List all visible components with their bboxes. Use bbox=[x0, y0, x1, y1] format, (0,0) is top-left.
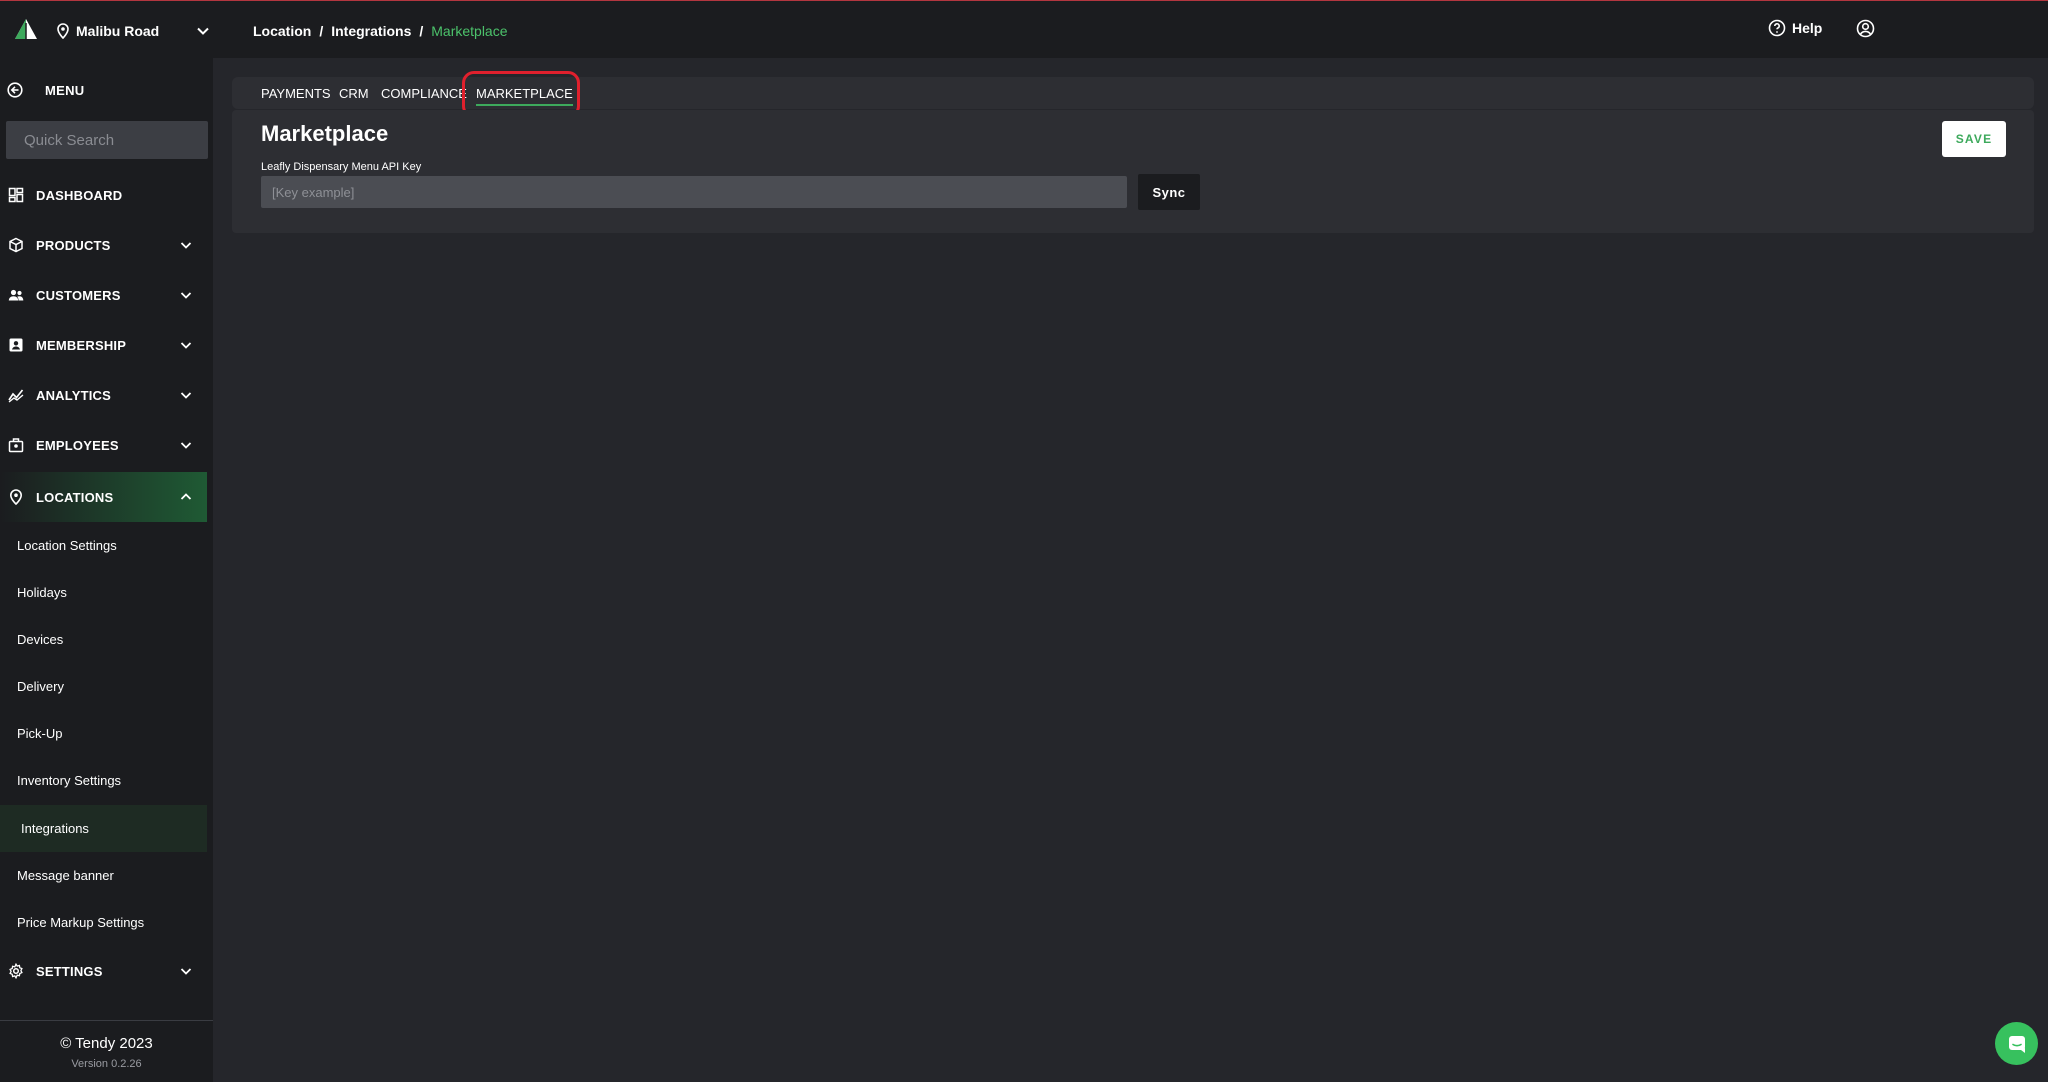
breadcrumb-separator: / bbox=[419, 23, 424, 39]
users-icon bbox=[8, 289, 24, 301]
chevron-down-icon bbox=[180, 442, 192, 449]
chevron-down-icon bbox=[197, 27, 209, 35]
sidebar-item-locations[interactable]: LOCATIONS bbox=[0, 472, 207, 522]
save-button[interactable]: SAVE bbox=[1942, 121, 2006, 157]
tab-crm[interactable]: CRM bbox=[339, 77, 369, 109]
tendy-logo-icon[interactable] bbox=[14, 18, 38, 40]
chevron-down-icon bbox=[180, 292, 192, 299]
chevron-down-icon bbox=[180, 968, 192, 975]
quick-search-input[interactable] bbox=[6, 121, 223, 159]
store-name: Malibu Road bbox=[76, 23, 160, 39]
sidebar-item-products[interactable]: PRODUCTS bbox=[0, 220, 207, 270]
help-circle-icon bbox=[1768, 19, 1786, 37]
chevron-down-icon bbox=[180, 392, 192, 399]
sidebar-item-label: DASHBOARD bbox=[36, 187, 123, 203]
breadcrumb-current: Marketplace bbox=[431, 23, 508, 39]
sidebar-item-label: SETTINGS bbox=[36, 963, 103, 979]
sidebar-subitem-price-markup-settings[interactable]: Price Markup Settings bbox=[0, 899, 207, 946]
breadcrumb-separator: / bbox=[319, 23, 324, 39]
menu-collapse-button[interactable]: MENU bbox=[0, 70, 213, 110]
breadcrumb-location[interactable]: Location bbox=[253, 23, 311, 39]
gear-icon bbox=[9, 963, 23, 979]
page-title: Marketplace bbox=[261, 121, 389, 146]
sidebar-subitem-location-settings[interactable]: Location Settings bbox=[0, 522, 207, 569]
sidebar-item-employees[interactable]: EMPLOYEES bbox=[0, 420, 207, 470]
sidebar-subitem-delivery[interactable]: Delivery bbox=[0, 663, 207, 710]
briefcase-icon bbox=[8, 438, 24, 453]
chat-support-button[interactable] bbox=[1995, 1022, 2038, 1065]
sidebar-item-label: MEMBERSHIP bbox=[36, 337, 127, 353]
tab-marketplace[interactable]: MARKETPLACE bbox=[476, 77, 573, 109]
sidebar-item-analytics[interactable]: ANALYTICS bbox=[0, 370, 207, 420]
help-label: Help bbox=[1792, 20, 1823, 36]
user-account-icon[interactable] bbox=[1856, 19, 1875, 38]
chevron-up-icon bbox=[180, 493, 192, 500]
sidebar-item-label: ANALYTICS bbox=[36, 387, 111, 403]
sidebar-item-label: EMPLOYEES bbox=[36, 437, 119, 453]
integration-tabs: PAYMENTS CRM COMPLIANCE MARKETPLACE bbox=[232, 77, 2034, 109]
api-key-label: Leafly Dispensary Menu API Key bbox=[261, 161, 422, 173]
marketplace-panel: Marketplace Leafly Dispensary Menu API K… bbox=[232, 110, 2034, 233]
breadcrumb-integrations[interactable]: Integrations bbox=[331, 23, 411, 39]
sidebar-subitem-devices[interactable]: Devices bbox=[0, 616, 207, 663]
box-icon bbox=[9, 237, 23, 253]
breadcrumb: Location / Integrations / Marketplace bbox=[253, 23, 508, 39]
sidebar-subitem-message-banner[interactable]: Message banner bbox=[0, 852, 207, 899]
version-text: Version 0.2.26 bbox=[71, 1058, 142, 1070]
sidebar-footer: © Tendy 2023 Version 0.2.26 bbox=[0, 1020, 213, 1082]
map-pin-icon bbox=[9, 489, 23, 505]
chevron-down-icon bbox=[180, 242, 192, 249]
top-bar: Malibu Road Location / Integrations / Ma… bbox=[0, 0, 2048, 58]
sidebar-item-label: PRODUCTS bbox=[36, 237, 111, 253]
leafly-api-key-input[interactable] bbox=[261, 176, 1127, 208]
sidebar-subitem-inventory-settings[interactable]: Inventory Settings bbox=[0, 757, 207, 804]
sidebar-item-label: LOCATIONS bbox=[36, 489, 114, 505]
dashboard-icon bbox=[8, 187, 24, 203]
sidebar: MENU DASHBOARD PRODUCTS bbox=[0, 58, 223, 1082]
quick-search bbox=[6, 121, 223, 159]
sidebar-item-label: CUSTOMERS bbox=[36, 287, 121, 303]
arrow-left-circle-icon bbox=[7, 82, 23, 98]
sidebar-item-dashboard[interactable]: DASHBOARD bbox=[0, 170, 207, 220]
sidebar-subitem-pick-up[interactable]: Pick-Up bbox=[0, 710, 207, 757]
chevron-down-icon bbox=[180, 342, 192, 349]
map-pin-icon bbox=[57, 23, 69, 39]
sidebar-subitem-holidays[interactable]: Holidays bbox=[0, 569, 207, 616]
help-button[interactable]: Help bbox=[1768, 19, 1822, 37]
id-badge-icon bbox=[9, 338, 23, 352]
tab-compliance[interactable]: COMPLIANCE bbox=[381, 77, 467, 109]
store-selector[interactable]: Malibu Road bbox=[56, 19, 210, 43]
chat-icon bbox=[2008, 1035, 2025, 1053]
sidebar-item-customers[interactable]: CUSTOMERS bbox=[0, 270, 207, 320]
menu-label: MENU bbox=[45, 82, 85, 98]
sidebar-item-settings[interactable]: SETTINGS bbox=[0, 946, 207, 996]
analytics-icon bbox=[8, 389, 24, 403]
sidebar-subitem-integrations[interactable]: Integrations bbox=[0, 805, 207, 852]
copyright-text: © Tendy 2023 bbox=[60, 1035, 153, 1052]
tab-payments[interactable]: PAYMENTS bbox=[261, 77, 331, 109]
sync-button[interactable]: Sync bbox=[1138, 174, 1200, 210]
sidebar-item-membership[interactable]: MEMBERSHIP bbox=[0, 320, 207, 370]
